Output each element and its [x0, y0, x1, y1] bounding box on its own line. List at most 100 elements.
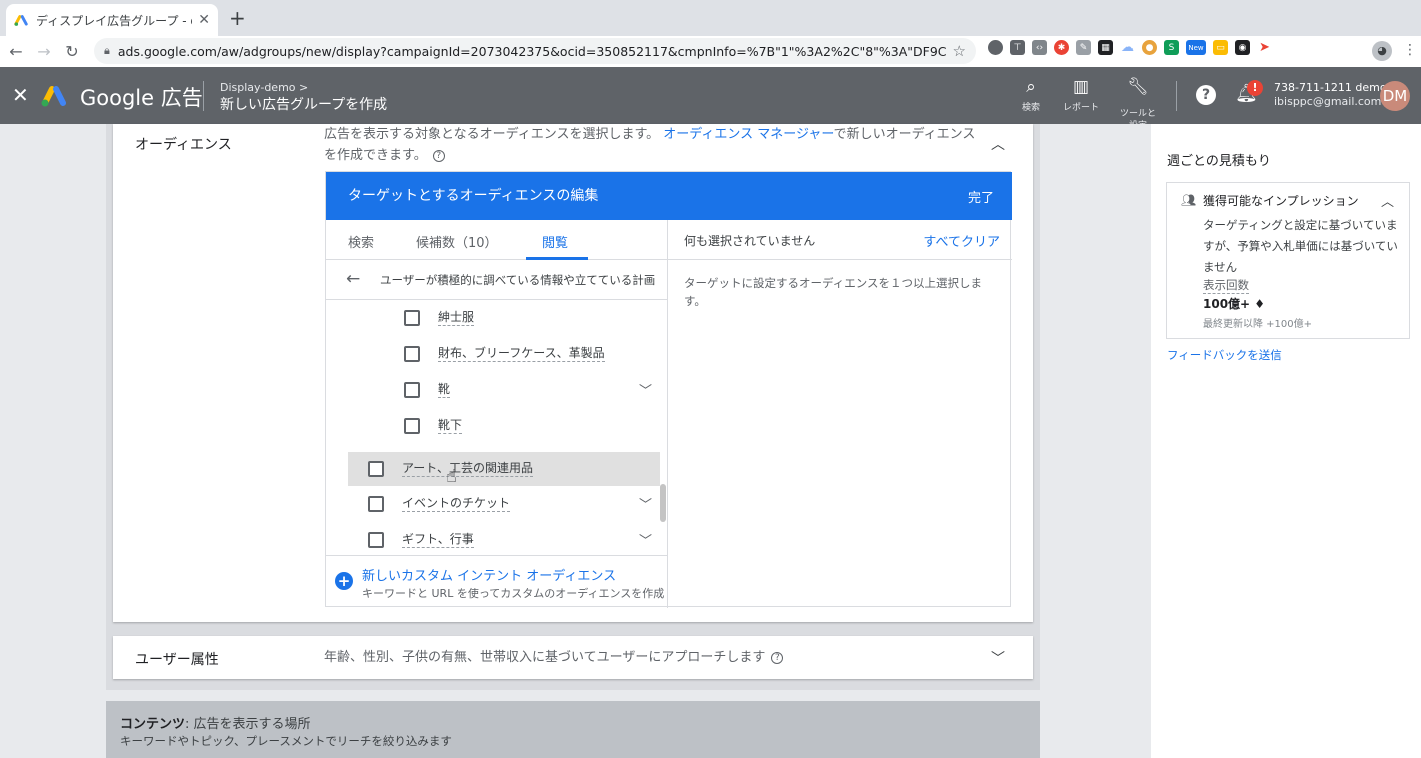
list-item[interactable]: 紳士服	[326, 301, 668, 335]
header-divider	[203, 81, 204, 111]
demographics-description: 年齢、性別、子供の有無、世帯収入に基づいてユーザーにアプローチします?	[324, 647, 984, 668]
content-title-rest: : 広告を表示する場所	[185, 717, 311, 732]
address-bar[interactable]: 🔒︎ ads.google.com/aw/adgroups/new/displa…	[94, 38, 976, 64]
header-separator	[1176, 81, 1177, 111]
chevron-down-icon[interactable]: ﹀	[639, 380, 652, 399]
content-title: コンテンツ: 広告を表示する場所	[120, 713, 311, 732]
content-subtitle: キーワードやトピック、プレースメントでリーチを絞り込みます	[120, 734, 452, 748]
chevron-down-icon[interactable]: ﹀	[639, 530, 652, 549]
search-tool-button[interactable]: ⌕ 検索	[1022, 77, 1040, 113]
account-id[interactable]: 738-711-1211 demo	[1274, 81, 1387, 94]
demographics-desc-text: 年齢、性別、子供の有無、世帯収入に基づいてユーザーにアプローチします	[324, 650, 766, 665]
content-section[interactable]: コンテンツ: 広告を表示する場所 キーワードやトピック、プレースメントでリーチを…	[106, 701, 1040, 758]
url-text[interactable]: ads.google.com/aw/adgroups/new/display?c…	[118, 44, 947, 59]
hand-cursor-icon: ☝	[446, 466, 457, 487]
clear-all-button[interactable]: すべてクリア	[923, 231, 1000, 250]
impressions-value: 100億+ ♦	[1203, 297, 1266, 311]
estimate-title: 週ごとの見積もり	[1167, 154, 1271, 169]
tab-browse[interactable]: 閲覧	[542, 232, 568, 251]
scrollbar-thumb[interactable]	[660, 484, 666, 522]
plus-icon[interactable]: +	[335, 572, 353, 590]
report-tool-button[interactable]: ▥ レポート	[1063, 77, 1099, 113]
extension-puzzle-icon[interactable]: ⊤	[1010, 40, 1025, 55]
extension-code-icon[interactable]: ‹›	[1032, 40, 1047, 55]
list-item-label: ギフト、行事	[402, 532, 474, 548]
help-circle-icon[interactable]: ?	[771, 651, 784, 664]
list-item[interactable]: 財布、ブリーフケース、革製品	[326, 337, 668, 371]
list-item-label: 紳士服	[438, 310, 475, 326]
extension-cookie-icon[interactable]: ●	[1142, 40, 1157, 55]
audience-manager-link[interactable]: オーディエンス マネージャー	[663, 127, 833, 142]
tab-search[interactable]: 検索	[348, 232, 374, 251]
chevron-down-icon[interactable]: ﹀	[639, 494, 652, 513]
checkbox[interactable]	[368, 496, 384, 512]
close-icon[interactable]: ✕	[12, 83, 29, 107]
impressions-card-title: 獲得可能なインプレッション	[1203, 194, 1359, 208]
chevron-up-icon[interactable]: ︿	[991, 134, 1005, 154]
send-feedback-link[interactable]: フィードバックを送信	[1167, 347, 1282, 363]
checkbox[interactable]	[404, 418, 420, 434]
checkbox[interactable]	[404, 310, 420, 326]
tab-ideas[interactable]: 候補数（10）	[416, 232, 498, 251]
avatar[interactable]: DM	[1380, 81, 1410, 111]
list-item[interactable]: ギフト、行事 ﹀	[326, 523, 668, 555]
forward-arrow-icon[interactable]: →	[30, 42, 58, 61]
impressions-card: 👥︎ 獲得可能なインプレッション ︿ ターゲティングと設定に基づいていますが、予…	[1166, 182, 1410, 339]
checkbox[interactable]	[368, 461, 384, 477]
audience-editor: ターゲットとするオーディエンスの編集 完了 検索 候補数（10） 閲覧 ← ユー…	[325, 171, 1012, 608]
browser-profile-icon[interactable]: ◕	[1372, 41, 1392, 61]
extension-new-icon[interactable]: New	[1186, 40, 1206, 55]
list-item[interactable]: 靴 ﹀	[326, 373, 668, 407]
back-arrow-icon[interactable]: ←	[346, 269, 360, 289]
done-button[interactable]: 完了	[968, 187, 994, 206]
extension-note-icon[interactable]: ▭	[1213, 40, 1228, 55]
help-circle-icon[interactable]: ?	[432, 149, 445, 162]
content-title-bold: コンテンツ	[120, 717, 186, 732]
selected-hint: ターゲットに設定するオーディエンスを１つ以上選択します。	[684, 276, 982, 308]
extension-camera-icon[interactable]: ◉	[1235, 40, 1250, 55]
list-item[interactable]: イベントのチケット ﹀	[326, 487, 668, 521]
breadcrumb-campaign[interactable]: Display-demo >	[220, 81, 308, 94]
checkbox[interactable]	[368, 532, 384, 548]
tab-close-icon[interactable]: ✕	[198, 12, 210, 28]
logo-text: Google 広告	[80, 86, 203, 110]
new-custom-intent-audience[interactable]: + 新しいカスタム インテント オーディエンス キーワードと URL を使ってカ…	[326, 555, 668, 608]
google-ads-favicon-icon	[14, 15, 28, 26]
audience-list: 紳士服 財布、ブリーフケース、革製品 靴 ﹀ 靴下 アート、工芸の関連用品 イベ…	[326, 301, 668, 555]
chevron-down-icon[interactable]: ﹀	[991, 648, 1005, 668]
browse-back-row[interactable]: ← ユーザーが積極的に調べている情報や立てている計画	[326, 260, 667, 300]
custom-intent-title[interactable]: 新しいカスタム インテント オーディエンス	[362, 565, 616, 584]
custom-intent-subtitle: キーワードと URL を使ってカスタムのオーディエンスを作成	[362, 587, 665, 600]
lock-icon: 🔒︎	[104, 44, 110, 57]
browser-tab[interactable]: ディスプレイ広告グループ - demo ✕	[6, 4, 218, 36]
extension-circle-icon[interactable]	[988, 40, 1003, 55]
impressions-last-update: 最終更新以降 +100億+	[1203, 319, 1313, 330]
tools-settings-button[interactable]: 🔧︎ ツールと 設定	[1118, 69, 1158, 132]
checkbox[interactable]	[404, 346, 420, 362]
back-arrow-icon[interactable]: ←	[2, 42, 30, 61]
help-icon[interactable]: ?	[1196, 85, 1216, 105]
list-item-label: 財布、ブリーフケース、革製品	[438, 346, 605, 362]
selected-status: 何も選択されていません	[684, 234, 816, 248]
report-tool-label: レポート	[1063, 103, 1100, 113]
checkbox[interactable]	[404, 382, 420, 398]
google-ads-logo-icon	[41, 86, 66, 107]
audience-description: 広告を表示する対象となるオーディエンスを選択します。 オーディエンス マネージャ…	[324, 124, 984, 166]
extension-s-icon[interactable]: S	[1164, 40, 1179, 55]
reload-icon[interactable]: ↻	[58, 42, 86, 61]
new-tab-button[interactable]: +	[229, 8, 246, 28]
wrench-icon: 🔧︎	[1127, 77, 1149, 97]
account-email[interactable]: ibisppc@gmail.com	[1274, 95, 1381, 108]
bookmark-star-icon[interactable]: ☆	[953, 42, 966, 60]
list-item-hovered[interactable]: アート、工芸の関連用品	[348, 452, 660, 486]
extension-arrow-icon[interactable]: ➤	[1257, 40, 1272, 55]
browser-menu-icon[interactable]: ⋮	[1403, 42, 1417, 58]
extension-qr-icon[interactable]: ▦	[1098, 40, 1113, 55]
people-icon: 👥︎	[1181, 193, 1197, 207]
demographics-card[interactable]: ユーザー属性 年齢、性別、子供の有無、世帯収入に基づいてユーザーにアプローチしま…	[113, 636, 1033, 679]
chevron-up-icon[interactable]: ︿	[1381, 191, 1394, 210]
extension-pen-icon[interactable]: ✎	[1076, 40, 1091, 55]
list-item[interactable]: 靴下	[326, 409, 668, 443]
extension-cloud-icon[interactable]: ☁	[1120, 40, 1135, 55]
extension-gear-icon[interactable]: ✱	[1054, 40, 1069, 55]
